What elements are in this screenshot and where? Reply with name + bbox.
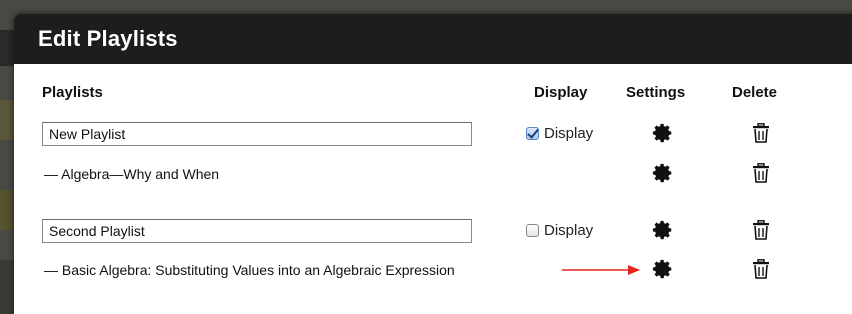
column-header-display: Display bbox=[534, 84, 588, 101]
display-label: Display bbox=[544, 222, 594, 239]
display-toggle[interactable]: Display bbox=[526, 125, 593, 142]
red-arrow-icon bbox=[562, 265, 640, 275]
playlist-row: Display bbox=[14, 219, 852, 249]
backdrop-strip bbox=[0, 260, 14, 307]
trash-icon[interactable] bbox=[752, 163, 770, 183]
trash-icon[interactable] bbox=[752, 123, 770, 143]
playlist-item-row: — Algebra—Why and When bbox=[14, 162, 852, 192]
playlist-item-label: — Algebra—Why and When bbox=[44, 166, 220, 182]
playlist-item-row: — Basic Algebra: Substituting Values int… bbox=[14, 258, 852, 288]
gear-icon[interactable] bbox=[652, 219, 674, 241]
display-toggle[interactable]: Display bbox=[526, 222, 593, 239]
playlist-name-input[interactable] bbox=[42, 122, 472, 146]
gear-icon[interactable] bbox=[652, 258, 674, 280]
edit-playlists-dialog: Edit Playlists Playlists Display Setting… bbox=[14, 14, 852, 314]
column-header-delete: Delete bbox=[732, 84, 778, 101]
playlist-name-input[interactable] bbox=[42, 219, 472, 243]
playlist-row: Display bbox=[14, 122, 852, 152]
dialog-header: Edit Playlists bbox=[14, 14, 852, 64]
playlist-item-label: — Basic Algebra: Substituting Values int… bbox=[44, 262, 455, 278]
trash-icon[interactable] bbox=[752, 220, 770, 240]
backdrop-strip bbox=[0, 30, 14, 66]
backdrop-strip bbox=[0, 190, 14, 230]
display-label: Display bbox=[544, 125, 594, 142]
display-checkbox[interactable] bbox=[526, 127, 539, 140]
gear-icon[interactable] bbox=[652, 162, 674, 184]
trash-icon[interactable] bbox=[752, 259, 770, 279]
gear-icon[interactable] bbox=[652, 122, 674, 144]
column-header-settings: Settings bbox=[626, 84, 686, 101]
dialog-title: Edit Playlists bbox=[38, 26, 178, 51]
backdrop-strip bbox=[0, 100, 14, 140]
display-checkbox[interactable] bbox=[526, 224, 539, 237]
column-header-playlists: Playlists bbox=[42, 84, 103, 101]
